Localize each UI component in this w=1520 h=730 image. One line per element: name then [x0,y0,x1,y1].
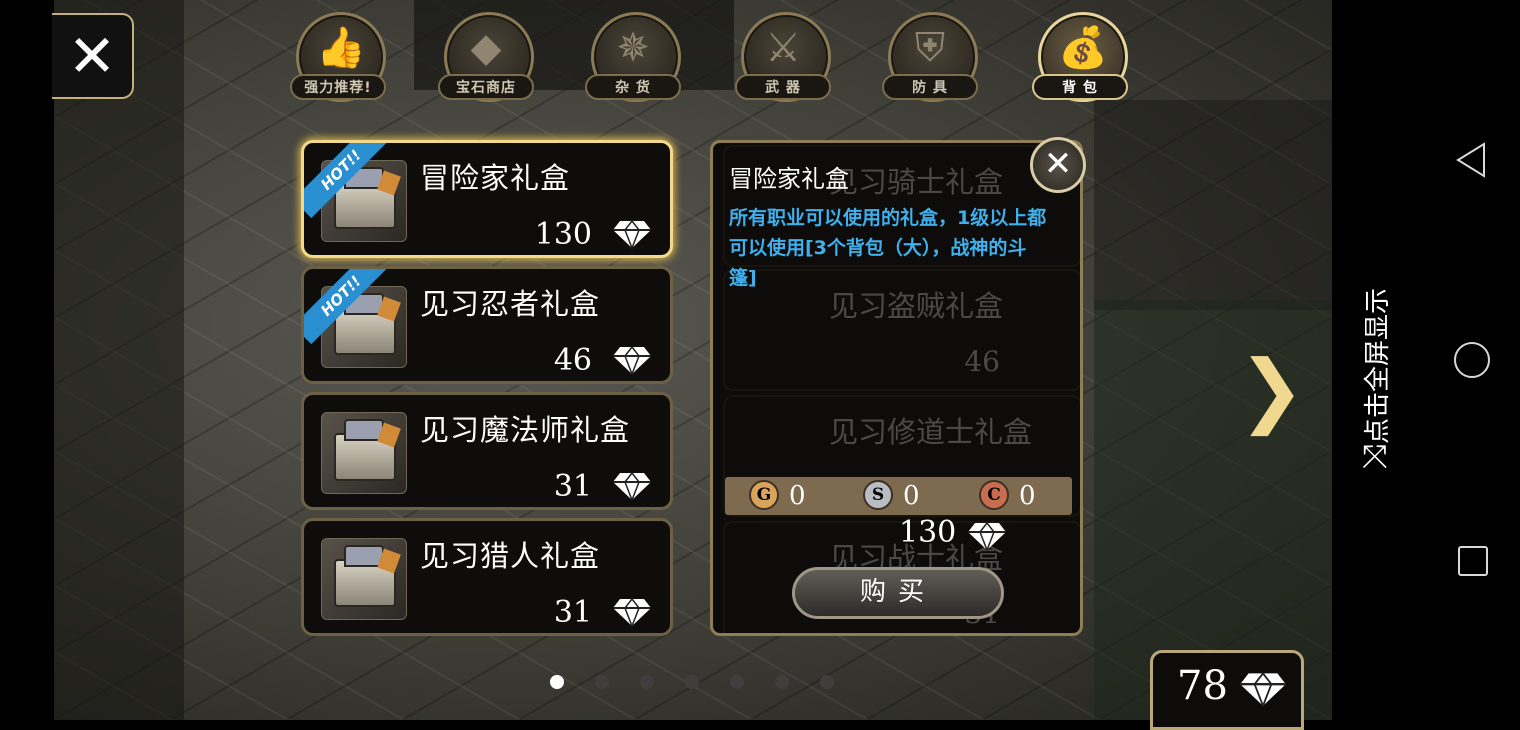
shop-item[interactable]: HOT!! 冒险家礼盒 130 [301,140,673,258]
item-price: 31 [553,595,592,630]
tab-4[interactable]: ⛨ 防 具 [882,12,978,104]
tab-5[interactable]: 💰 背 包 [1032,12,1128,104]
tab-label: 强力推荐! [290,74,386,100]
dungeon-wall-right [1094,100,1332,310]
item-name: 见习忍者礼盒 [420,287,601,321]
sword-icon: ⚔ [765,25,801,71]
compass-icon: ✵ [616,25,650,71]
back-triangle-icon[interactable] [1454,142,1490,178]
page-dot[interactable] [640,675,654,689]
tab-3[interactable]: ⚔ 武 器 [735,12,831,104]
item-price: 130 [534,217,592,252]
tab-label: 武 器 [735,74,831,100]
home-circle-icon[interactable] [1454,342,1490,378]
tab-label: 宝石商店 [438,74,534,100]
page-dot[interactable] [820,675,834,689]
coin-icon: C [979,480,1009,510]
background-item-name: 见习修道士礼盒 [829,415,1033,449]
game-scene [54,0,1332,720]
expand-icon: ⤧ [1362,437,1388,475]
tab-0[interactable]: 👍 强力推荐! [290,12,386,104]
diamond-icon [613,471,651,501]
recent-apps-icon[interactable] [1458,546,1488,576]
page-dot[interactable] [550,675,564,689]
coin-icon: S [863,480,893,510]
detail-price: 130 [899,515,957,550]
background-item-name: 见习骑士礼盒 [829,165,1004,199]
item-detail-panel: 见习骑士礼盒见习盗贼礼盒46见习修道士礼盒见习战士礼盒31 冒险家礼盒 所有职业… [710,140,1083,636]
item-price: 46 [553,343,592,378]
coin-value: 0 [903,481,920,511]
bag-icon: 💰 [1058,25,1108,71]
buy-button[interactable]: 购买 [792,567,1004,619]
background-item-price: 46 [964,345,1000,378]
page-dot[interactable] [775,675,789,689]
gem-balance: 78 [1150,650,1304,730]
item-name: 见习魔法师礼盒 [420,413,631,447]
coin-icon: G [749,480,779,510]
tab-label: 防 具 [882,74,978,100]
next-page-arrow-icon[interactable]: ❯ [1238,350,1305,430]
fullscreen-hint-label: 点击全屏显示 [1363,287,1393,444]
tab-1[interactable]: ◆ 宝石商店 [438,12,534,104]
shop-item[interactable]: HOT!! 见习忍者礼盒 46 [301,266,673,384]
close-shop-button[interactable]: ✕ [52,13,134,99]
fullscreen-hint[interactable]: 点击全屏显示 ⤧ [1352,240,1404,480]
gem-icon: ◆ [470,25,502,71]
coin-value: 0 [1019,481,1036,511]
page-dot[interactable] [730,675,744,689]
close-detail-button[interactable]: ✕ [1030,137,1086,193]
coin-value: 0 [789,481,806,511]
diamond-icon [968,521,1006,551]
currency-bar: G0S0C0 [725,477,1072,515]
shop-item[interactable]: 见习魔法师礼盒 31 [301,392,673,510]
shield-icon: ⛨ [915,25,945,71]
tab-label: 杂 货 [585,74,681,100]
diamond-icon [613,345,651,375]
tab-label: 背 包 [1032,74,1128,100]
gift-box-icon [321,538,407,620]
diamond-icon [1240,671,1286,707]
shop-item[interactable]: 见习猎人礼盒 31 [301,518,673,636]
gem-balance-value: 78 [1177,663,1228,709]
diamond-icon [613,219,651,249]
detail-description: 所有职业可以使用的礼盒，1级以上都可以使用[3个背包（大），战神的斗篷] [729,207,1047,289]
item-name: 冒险家礼盒 [420,161,571,195]
detail-title: 冒险家礼盒 [729,165,849,193]
tab-2[interactable]: ✵ 杂 货 [585,12,681,104]
thumbs-up-icon: 👍 [316,25,366,71]
gift-box-icon [321,412,407,494]
page-dot[interactable] [595,675,609,689]
diamond-icon [613,597,651,627]
item-price: 31 [553,469,592,504]
page-dot[interactable] [685,675,699,689]
dungeon-wall-left [54,0,184,720]
item-name: 见习猎人礼盒 [420,539,601,573]
close-icon: ✕ [67,22,117,90]
